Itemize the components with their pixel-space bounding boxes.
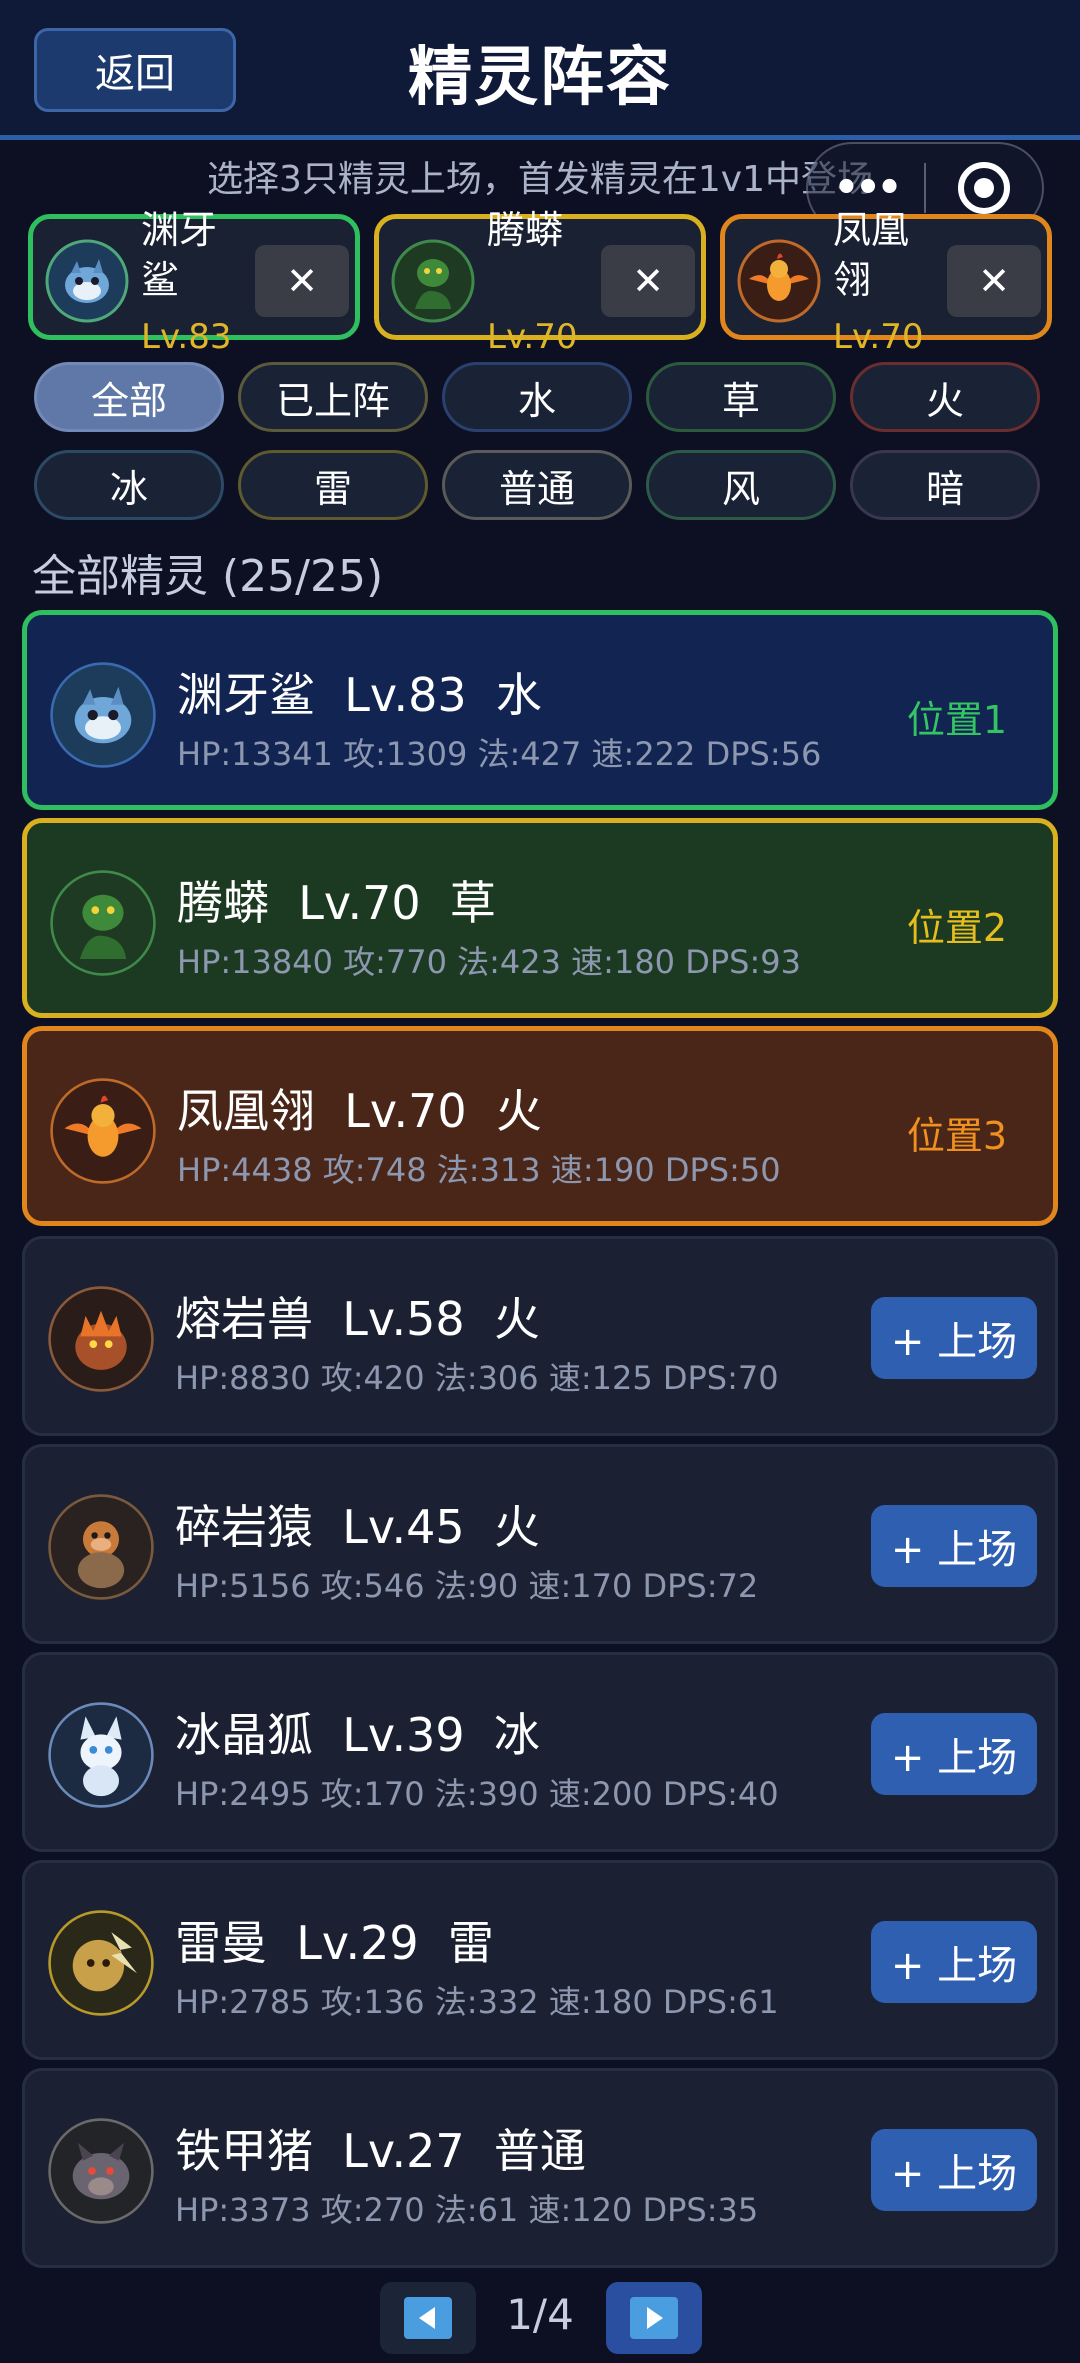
sprite-stats: HP:2785 攻:136 法:332 速:180 DPS:61 (175, 1983, 779, 2021)
sprite-title: 熔岩兽 Lv.58 火 (175, 1292, 540, 1346)
slot-sprite-name: 凤凰翎 (833, 208, 910, 302)
remove-slot-button[interactable]: ✕ (947, 245, 1041, 317)
lava-beast-avatar-icon (47, 1285, 155, 1393)
sprite-card[interactable]: 雷曼 Lv.29 雷 HP:2785 攻:136 法:332 速:180 DPS… (22, 1860, 1058, 2060)
sprite-title: 凤凰翎 Lv.70 火 (177, 1084, 542, 1138)
filter-wind[interactable]: 风 (646, 450, 836, 520)
sprite-card[interactable]: 冰晶狐 Lv.39 冰 HP:2495 攻:170 法:390 速:200 DP… (22, 1652, 1058, 1852)
sprite-stats: HP:13840 攻:770 法:423 速:180 DPS:93 (177, 943, 801, 981)
lineup-slot-3: 凤凰翎 Lv.70 ✕ (720, 208, 1052, 357)
ice-fox-avatar-icon (47, 1701, 155, 1809)
deploy-button[interactable]: + 上场 (871, 2129, 1037, 2211)
sprite-stats: HP:2495 攻:170 法:390 速:200 DPS:40 (175, 1775, 779, 1813)
lineup-slot-1: 渊牙鲨 Lv.83 ✕ (28, 208, 360, 357)
sprite-title: 渊牙鲨 Lv.83 水 (177, 668, 542, 722)
slot-sprite-level: Lv.83 (141, 317, 232, 357)
iron-boar-avatar-icon (47, 2117, 155, 2225)
phoenix-avatar-icon (49, 1077, 157, 1185)
slot-sprite-name: 渊牙鲨 (141, 208, 218, 302)
sprite-title: 碎岩猿 Lv.45 火 (175, 1500, 540, 1554)
shark-avatar-icon (45, 239, 129, 323)
close-miniprogram-button[interactable] (926, 162, 1042, 214)
position-label: 位置2 (906, 906, 1007, 950)
filter-dark[interactable]: 暗 (850, 450, 1040, 520)
filter-normal[interactable]: 普通 (442, 450, 632, 520)
sprite-card[interactable]: 碎岩猿 Lv.45 火 HP:5156 攻:546 法:90 速:170 DPS… (22, 1444, 1058, 1644)
filter-water[interactable]: 水 (442, 362, 632, 432)
rock-ape-avatar-icon (47, 1493, 155, 1601)
deploy-button[interactable]: + 上场 (871, 1505, 1037, 1587)
page-title: 精灵阵容 (408, 41, 672, 115)
sprite-card[interactable]: 铁甲猪 Lv.27 普通 HP:3373 攻:270 法:61 速:120 DP… (22, 2068, 1058, 2268)
filter-ice[interactable]: 冰 (34, 450, 224, 520)
page-indicator: 1/4 (506, 2290, 574, 2339)
sprite-card[interactable]: 凤凰翎 Lv.70 火 HP:4438 攻:748 法:313 速:190 DP… (22, 1026, 1058, 1226)
sprite-card[interactable]: 腾蟒 Lv.70 草 HP:13840 攻:770 法:423 速:180 DP… (22, 818, 1058, 1018)
next-page-button[interactable] (606, 2282, 702, 2354)
serpent-avatar-icon (391, 239, 475, 323)
filter-deployed[interactable]: 已上阵 (238, 362, 428, 432)
slot-sprite-level: Lv.70 (833, 317, 924, 357)
filter-grass[interactable]: 草 (646, 362, 836, 432)
sprite-card[interactable]: 熔岩兽 Lv.58 火 HP:8830 攻:420 法:306 速:125 DP… (22, 1236, 1058, 1436)
filter-thunder[interactable]: 雷 (238, 450, 428, 520)
remove-slot-button[interactable]: ✕ (601, 245, 695, 317)
slot-sprite-level: Lv.70 (487, 317, 578, 357)
filter-fire[interactable]: 火 (850, 362, 1040, 432)
sprite-stats: HP:8830 攻:420 法:306 速:125 DPS:70 (175, 1359, 779, 1397)
position-label: 位置3 (906, 1114, 1007, 1158)
sprite-stats: HP:4438 攻:748 法:313 速:190 DPS:50 (177, 1151, 781, 1189)
sprite-title: 雷曼 Lv.29 雷 (175, 1916, 494, 1970)
sprite-stats: HP:3373 攻:270 法:61 速:120 DPS:35 (175, 2191, 759, 2229)
filter-all[interactable]: 全部 (34, 362, 224, 432)
position-label: 位置1 (906, 698, 1007, 742)
right-arrow-icon (630, 2297, 678, 2339)
sprite-stats: HP:5156 攻:546 法:90 速:170 DPS:72 (175, 1567, 759, 1605)
sprite-title: 铁甲猪 Lv.27 普通 (175, 2124, 586, 2178)
lineup-slot-2: 腾蟒 Lv.70 ✕ (374, 208, 706, 357)
left-arrow-icon (404, 2297, 452, 2339)
thunder-beast-avatar-icon (47, 1909, 155, 2017)
header-bar: 返回 精灵阵容 (0, 0, 1080, 140)
shark-avatar-icon (49, 661, 157, 769)
sprite-stats: HP:13341 攻:1309 法:427 速:222 DPS:56 (177, 735, 822, 773)
sprite-card[interactable]: 渊牙鲨 Lv.83 水 HP:13341 攻:1309 法:427 速:222 … (22, 610, 1058, 810)
sprite-title: 腾蟒 Lv.70 草 (177, 876, 496, 930)
prev-page-button[interactable] (380, 2282, 476, 2354)
serpent-avatar-icon (49, 869, 157, 977)
deploy-button[interactable]: + 上场 (871, 1713, 1037, 1795)
slot-sprite-name: 腾蟒 (487, 208, 564, 252)
deploy-button[interactable]: + 上场 (871, 1921, 1037, 2003)
section-title: 全部精灵 (25/25) (32, 551, 384, 602)
deploy-button[interactable]: + 上场 (871, 1297, 1037, 1379)
phoenix-avatar-icon (737, 239, 821, 323)
target-icon (957, 162, 1010, 214)
remove-slot-button[interactable]: ✕ (255, 245, 349, 317)
sprite-title: 冰晶狐 Lv.39 冰 (175, 1708, 540, 1762)
